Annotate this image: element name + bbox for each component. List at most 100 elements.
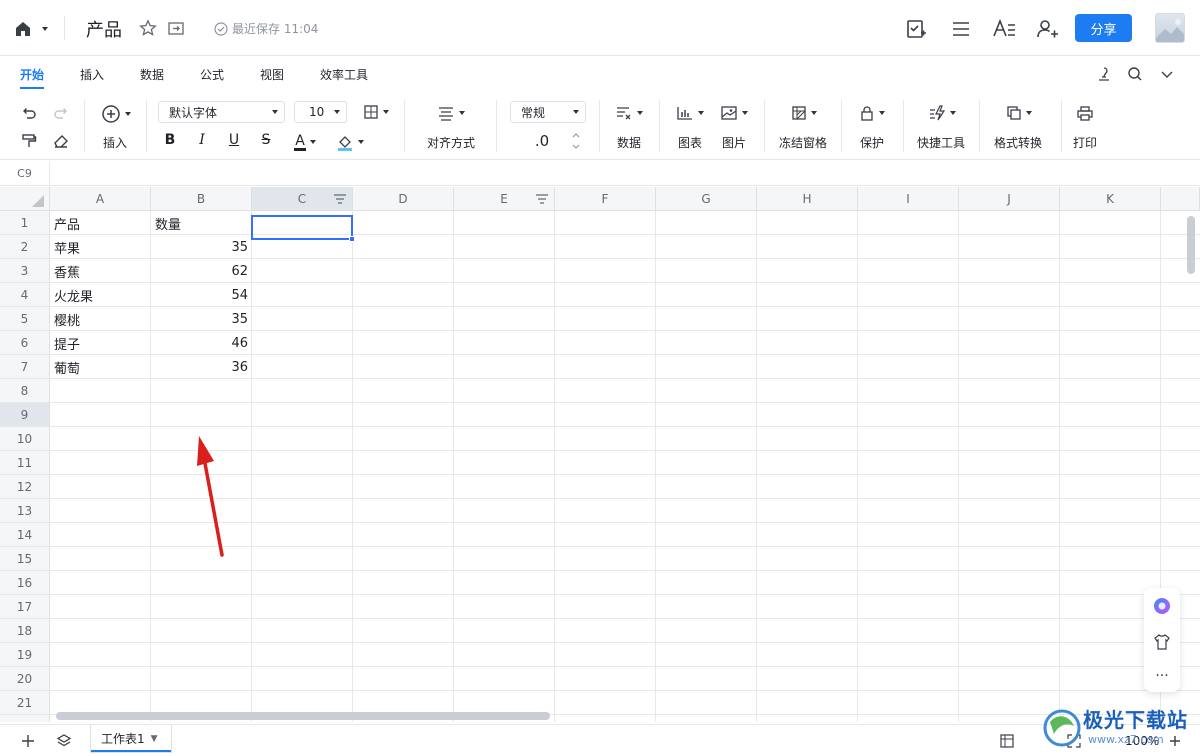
cell-b5[interactable]: 35: [151, 307, 252, 331]
column-header-h[interactable]: H: [757, 187, 858, 211]
column-header-i[interactable]: I: [858, 187, 959, 211]
column-header-partial[interactable]: [1161, 187, 1200, 211]
insert-button[interactable]: [98, 104, 134, 124]
cell-a2[interactable]: 苹果: [50, 235, 151, 259]
add-sheet-icon[interactable]: [19, 732, 37, 750]
row-header-3[interactable]: 3: [0, 259, 50, 283]
image-button[interactable]: [716, 104, 752, 122]
tab-insert[interactable]: 插入: [80, 66, 104, 83]
sheet-tab-1[interactable]: 工作表1 ▼: [90, 725, 172, 753]
cell-b4[interactable]: 54: [151, 283, 252, 307]
row-header-5[interactable]: 5: [0, 307, 50, 331]
cell-a5[interactable]: 樱桃: [50, 307, 151, 331]
vertical-scrollbar[interactable]: [1187, 216, 1195, 274]
search-icon[interactable]: [1126, 65, 1144, 83]
row-header-8[interactable]: 8: [0, 379, 50, 403]
ai-assistant-icon[interactable]: [1152, 596, 1172, 616]
row-header-15[interactable]: 15: [0, 547, 50, 571]
row-header-14[interactable]: 14: [0, 523, 50, 547]
row-header-16[interactable]: 16: [0, 571, 50, 595]
border-button[interactable]: [359, 103, 393, 121]
cell-a1[interactable]: 产品: [50, 211, 151, 235]
cell-b7[interactable]: 36: [151, 355, 252, 379]
row-header-17[interactable]: 17: [0, 595, 50, 619]
avatar[interactable]: [1155, 13, 1185, 43]
cell-reference[interactable]: C9: [0, 161, 50, 185]
print-button[interactable]: [1075, 104, 1095, 122]
number-format-select[interactable]: 常规: [510, 101, 586, 123]
tab-data[interactable]: 数据: [140, 66, 164, 83]
row-header-10[interactable]: 10: [0, 427, 50, 451]
cell-b1[interactable]: 数量: [151, 211, 252, 235]
align-button[interactable]: [434, 104, 468, 122]
row-header-7[interactable]: 7: [0, 355, 50, 379]
cell-a6[interactable]: 提子: [50, 331, 151, 355]
decimal-stepper[interactable]: [570, 130, 582, 152]
font-color-button[interactable]: A: [288, 132, 322, 152]
column-header-d[interactable]: D: [353, 187, 454, 211]
home-menu[interactable]: [14, 18, 54, 40]
horizontal-scrollbar[interactable]: [56, 712, 550, 720]
protect-button[interactable]: [854, 104, 890, 122]
filter-icon[interactable]: [333, 193, 347, 205]
row-header-4[interactable]: 4: [0, 283, 50, 307]
eraser-icon[interactable]: [52, 132, 70, 150]
underline-button[interactable]: U: [225, 132, 243, 148]
font-size-select[interactable]: 10: [294, 101, 347, 123]
tab-formula[interactable]: 公式: [200, 66, 224, 83]
chevron-down-icon[interactable]: ▼: [151, 734, 158, 744]
shirt-icon[interactable]: [1152, 632, 1172, 652]
filter-icon[interactable]: [535, 193, 549, 205]
font-family-select[interactable]: 默认字体: [158, 101, 285, 123]
row-header-13[interactable]: 13: [0, 499, 50, 523]
cell-b6[interactable]: 46: [151, 331, 252, 355]
cell-a4[interactable]: 火龙果: [50, 283, 151, 307]
format-convert-button[interactable]: [1001, 104, 1037, 122]
column-header-b[interactable]: B: [151, 187, 252, 211]
more-icon[interactable]: ···: [1152, 666, 1172, 686]
column-header-a[interactable]: A: [50, 187, 151, 211]
italic-button[interactable]: I: [193, 132, 211, 148]
row-header-12[interactable]: 12: [0, 475, 50, 499]
select-all-corner[interactable]: [0, 187, 50, 211]
row-header-6[interactable]: 6: [0, 331, 50, 355]
column-header-f[interactable]: F: [555, 187, 656, 211]
fill-handle[interactable]: [349, 236, 355, 242]
grid-view-icon[interactable]: [998, 732, 1016, 750]
move-icon[interactable]: [166, 18, 186, 38]
tab-efficiency-tools[interactable]: 效率工具: [320, 66, 368, 83]
add-user-icon[interactable]: [1035, 16, 1061, 42]
chart-button[interactable]: [672, 104, 708, 122]
row-header-1[interactable]: 1: [0, 211, 50, 235]
row-header-9[interactable]: 9: [0, 403, 50, 427]
format-painter-icon[interactable]: [20, 132, 38, 150]
menu-icon[interactable]: [948, 16, 974, 42]
row-header-2[interactable]: 2: [0, 235, 50, 259]
bold-button[interactable]: B: [161, 132, 179, 148]
redo-icon[interactable]: [52, 104, 70, 122]
star-icon[interactable]: [138, 18, 158, 38]
freeze-button[interactable]: [786, 104, 822, 122]
decimal-places[interactable]: .0: [530, 132, 554, 150]
collapse-ribbon-chevron-icon[interactable]: [1158, 65, 1176, 83]
cell-b2[interactable]: 35: [151, 235, 252, 259]
row-header-11[interactable]: 11: [0, 451, 50, 475]
row-header-22[interactable]: 22: [0, 715, 50, 722]
undo-icon[interactable]: [20, 104, 38, 122]
cell-a3[interactable]: 香蕉: [50, 259, 151, 283]
row-header-20[interactable]: 20: [0, 667, 50, 691]
column-header-k[interactable]: K: [1060, 187, 1161, 211]
column-header-j[interactable]: J: [959, 187, 1060, 211]
tab-view[interactable]: 视图: [260, 66, 284, 83]
quick-tools-button[interactable]: [924, 104, 960, 122]
share-button[interactable]: 分享: [1075, 14, 1132, 42]
cell-a7[interactable]: 葡萄: [50, 355, 151, 379]
layers-icon[interactable]: [55, 732, 73, 750]
strikethrough-button[interactable]: S: [257, 132, 275, 148]
row-header-18[interactable]: 18: [0, 619, 50, 643]
pin-icon[interactable]: [1095, 65, 1113, 83]
row-header-21[interactable]: 21: [0, 691, 50, 715]
row-header-19[interactable]: 19: [0, 643, 50, 667]
text-size-icon[interactable]: [991, 16, 1017, 42]
data-button[interactable]: [612, 104, 646, 122]
